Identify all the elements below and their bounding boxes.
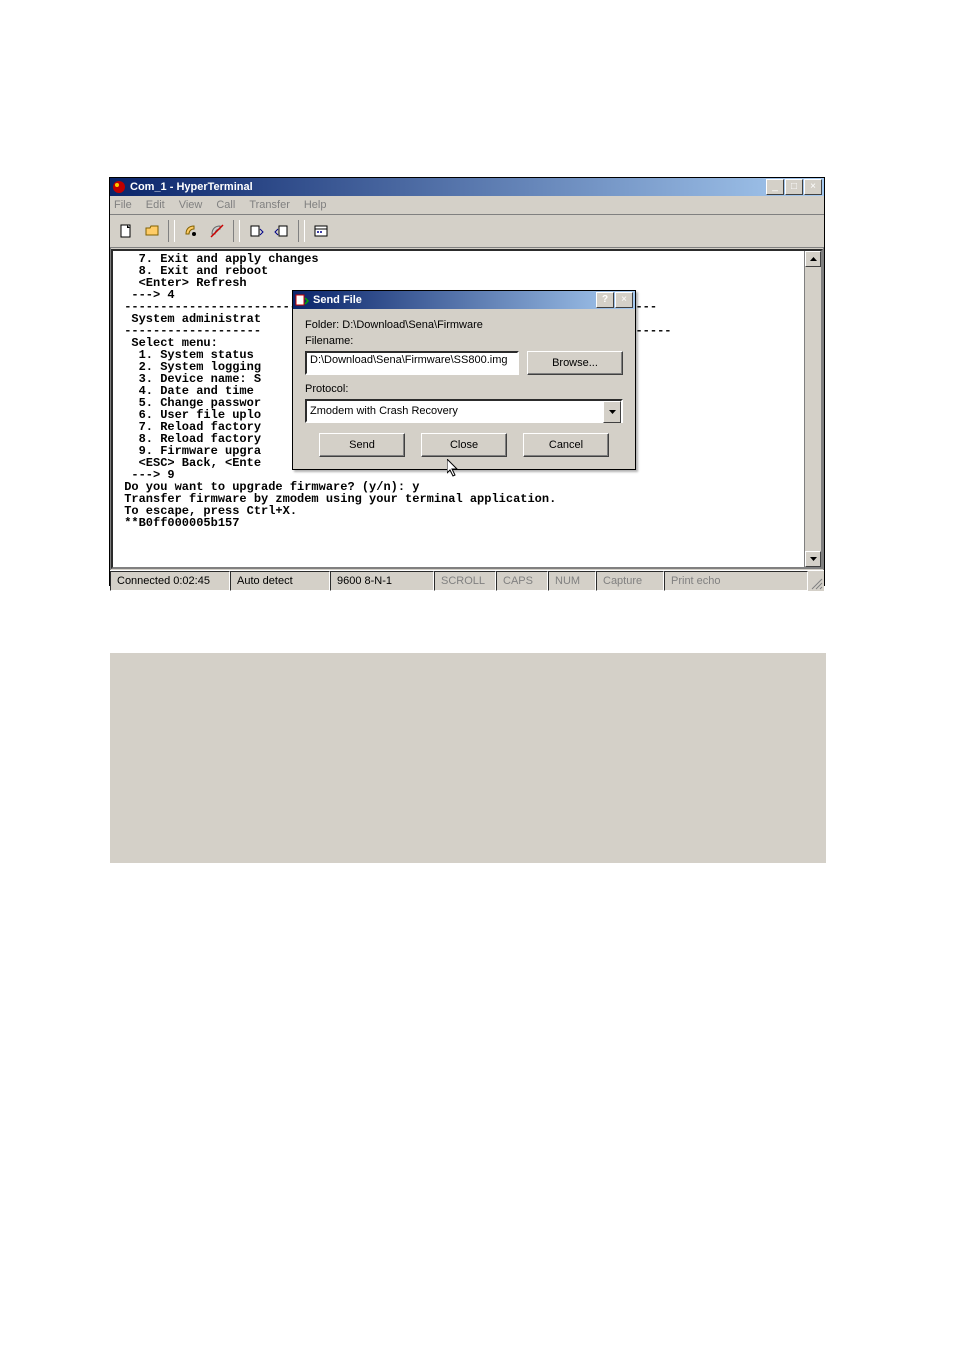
- title-bar: Com_1 - HyperTerminal _ □ ×: [110, 178, 824, 196]
- protocol-value: Zmodem with Crash Recovery: [310, 405, 458, 417]
- window-title: Com_1 - HyperTerminal: [130, 181, 766, 193]
- open-icon[interactable]: [140, 219, 164, 243]
- app-icon: [112, 180, 126, 194]
- status-print-echo: Print echo: [664, 571, 808, 591]
- menu-edit[interactable]: Edit: [146, 199, 165, 211]
- status-scroll: SCROLL: [434, 571, 496, 591]
- dialog-close-button[interactable]: ×: [615, 292, 633, 308]
- properties-icon[interactable]: [309, 219, 333, 243]
- toolbar-separator: [168, 220, 175, 242]
- status-connected: Connected 0:02:45: [110, 571, 230, 591]
- toolbar-separator: [233, 220, 240, 242]
- menu-bar: File Edit View Call Transfer Help: [110, 196, 824, 215]
- cursor-icon: [447, 459, 461, 482]
- toolbar: [110, 215, 824, 248]
- dialog-title: Send File: [313, 294, 596, 306]
- toolbar-separator: [298, 220, 305, 242]
- send-icon[interactable]: [244, 219, 268, 243]
- status-baud: 9600 8-N-1: [330, 571, 434, 591]
- dialog-help-button[interactable]: ?: [596, 292, 614, 308]
- new-icon[interactable]: [114, 219, 138, 243]
- menu-help[interactable]: Help: [304, 199, 327, 211]
- protocol-label: Protocol:: [305, 383, 623, 395]
- menu-transfer[interactable]: Transfer: [249, 199, 290, 211]
- send-button[interactable]: Send: [319, 433, 405, 457]
- receive-icon[interactable]: [270, 219, 294, 243]
- status-auto-detect: Auto detect: [230, 571, 330, 591]
- cancel-button[interactable]: Cancel: [523, 433, 609, 457]
- connect-icon[interactable]: [179, 219, 203, 243]
- resize-grip[interactable]: [808, 571, 824, 591]
- menu-view[interactable]: View: [179, 199, 203, 211]
- close-button[interactable]: ×: [804, 179, 822, 195]
- protocol-select[interactable]: Zmodem with Crash Recovery: [305, 399, 623, 423]
- status-caps: CAPS: [496, 571, 548, 591]
- menu-file[interactable]: File: [114, 199, 132, 211]
- chevron-down-icon[interactable]: [603, 401, 621, 423]
- status-bar: Connected 0:02:45 Auto detect 9600 8-N-1…: [110, 570, 824, 591]
- status-capture: Capture: [596, 571, 664, 591]
- status-num: NUM: [548, 571, 596, 591]
- minimize-button[interactable]: _: [766, 179, 784, 195]
- grey-panel: [110, 653, 826, 863]
- filename-label: Filename:: [305, 335, 623, 347]
- maximize-button[interactable]: □: [785, 179, 803, 195]
- disconnect-icon[interactable]: [205, 219, 229, 243]
- scrollbar[interactable]: [804, 251, 821, 567]
- filename-field[interactable]: D:\Download\Sena\Firmware\SS800.img: [305, 351, 519, 375]
- close-dialog-button[interactable]: Close: [421, 433, 507, 457]
- dialog-title-bar: Send File ? ×: [293, 291, 635, 309]
- folder-label: Folder: D:\Download\Sena\Firmware: [305, 319, 623, 331]
- send-file-dialog: Send File ? × Folder: D:\Download\Sena\F…: [292, 290, 636, 470]
- dialog-icon: [295, 293, 309, 307]
- menu-call[interactable]: Call: [216, 199, 235, 211]
- browse-button[interactable]: Browse...: [527, 351, 623, 375]
- scroll-down-icon[interactable]: [805, 551, 821, 567]
- scroll-up-icon[interactable]: [805, 251, 821, 267]
